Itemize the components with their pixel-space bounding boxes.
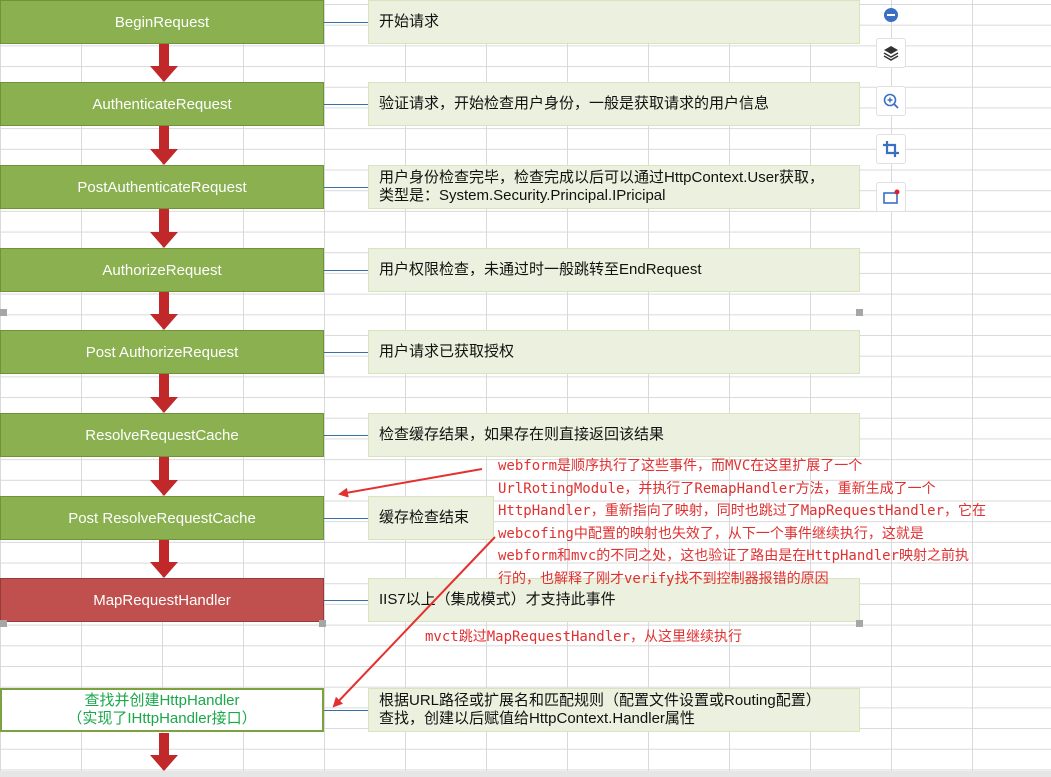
annotation-line: webcofing中配置的映射也失效了，从下一个事件继续执行，这就是 bbox=[498, 525, 924, 542]
zoom-in-button[interactable] bbox=[876, 86, 906, 116]
mvc-annotation: mvct跳过MapRequestHandler，从这里继续执行 bbox=[425, 629, 743, 645]
layers-icon bbox=[883, 46, 899, 61]
webform-annotation: webform是顺序执行了这些事件，而MVC在这里扩展了一个 UrlRoting… bbox=[498, 455, 1050, 591]
annotation-line: UrlRotingModule，并执行了RemapHandler方法，重新生成了… bbox=[498, 480, 936, 497]
layers-button[interactable] bbox=[876, 38, 906, 68]
screenshot-button[interactable] bbox=[876, 182, 906, 212]
annotation-arrow-to-post-resolve bbox=[338, 468, 483, 498]
annotation-line: HttpHandler，重新指向了映射，同时也跳过了MapRequestHand… bbox=[498, 503, 987, 520]
zoom-out-icon bbox=[884, 8, 898, 22]
annotation-line: webform是顺序执行了这些事件，而MVC在这里扩展了一个 bbox=[498, 458, 863, 474]
screenshot-icon bbox=[883, 189, 900, 204]
crop-button[interactable] bbox=[876, 134, 906, 164]
zoom-in-icon bbox=[883, 93, 899, 109]
annotation-line: webform和mvc的不同之处，这也验证了路由是在HttpHandler映射之… bbox=[498, 548, 970, 565]
annotation-arrow-to-create-handler bbox=[332, 536, 496, 708]
annotation-arrows bbox=[332, 468, 496, 708]
horizontal-scrollbar[interactable] bbox=[0, 771, 1051, 777]
crop-icon bbox=[883, 141, 899, 157]
annotation-line: 行的，也解释了刚才verify找不到控制器报错的原因 bbox=[498, 570, 829, 587]
zoom-out-button[interactable] bbox=[876, 0, 906, 30]
